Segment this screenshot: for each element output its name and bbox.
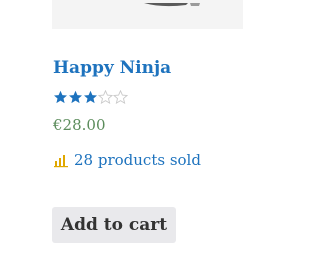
add-to-cart-button[interactable]: Add to cart — [52, 207, 176, 243]
star-filled-icon — [54, 90, 67, 104]
star-filled-icon — [84, 90, 97, 104]
star-filled-icon — [69, 90, 82, 104]
product-title[interactable]: Happy Ninja — [53, 58, 171, 78]
product-price: €28.00 — [53, 116, 106, 134]
product-image-partial — [144, 3, 200, 7]
star-empty-icon — [113, 90, 128, 104]
product-image[interactable] — [52, 0, 243, 29]
product-card: Happy Ninja €28.00 28 products sold Add … — [0, 0, 256, 256]
sales-count: 28 products sold — [53, 151, 201, 169]
bar-chart-icon — [54, 155, 68, 168]
star-rating — [53, 90, 128, 104]
sales-count-label: 28 products sold — [74, 151, 201, 169]
star-empty-icon — [98, 90, 113, 104]
